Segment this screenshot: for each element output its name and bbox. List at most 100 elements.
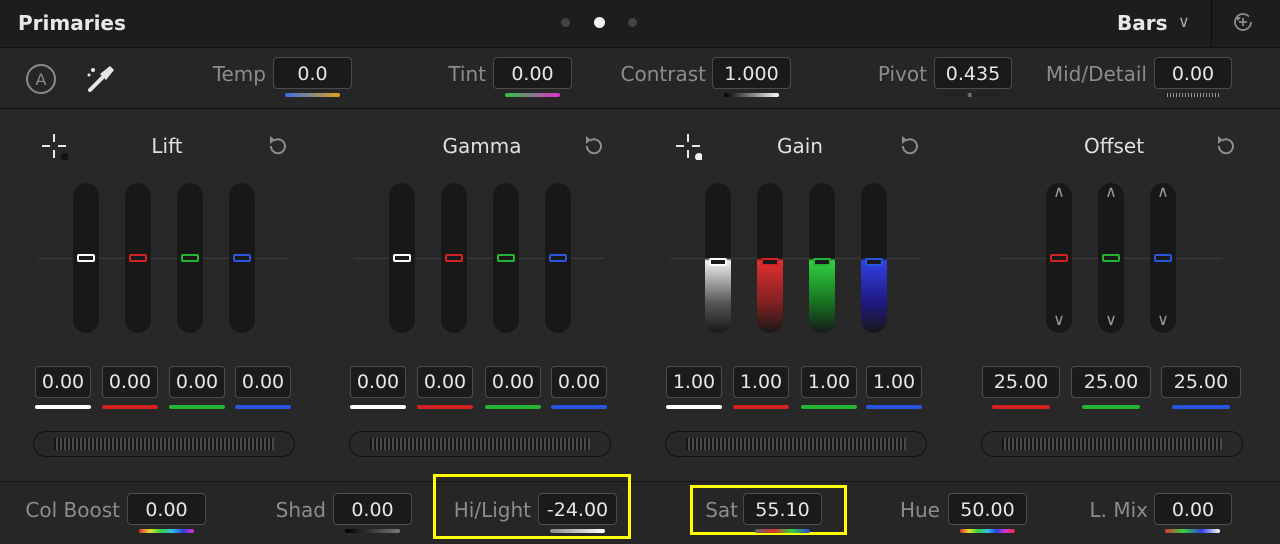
offset-master-wheel[interactable] <box>981 431 1243 457</box>
l-mix-field[interactable]: 0.00 <box>1154 493 1232 525</box>
offset-b-value[interactable]: 25.00 <box>1161 366 1241 398</box>
offset-r-strip <box>992 405 1050 409</box>
hi-light-field[interactable]: -24.00 <box>538 493 617 525</box>
hi-light-label: Hi/Light <box>453 498 531 522</box>
shad-label: Shad <box>275 498 326 522</box>
gamma-r-knob[interactable] <box>445 254 463 262</box>
hue-field[interactable]: 50.00 <box>948 493 1027 525</box>
chevron-down-icon[interactable]: ∨ <box>1178 12 1190 31</box>
gamma-y-knob[interactable] <box>393 254 411 262</box>
gain-r-knob[interactable] <box>761 258 779 266</box>
l-mix-strip <box>1165 529 1220 533</box>
offset-b-strip <box>1172 405 1230 409</box>
gain-r-value[interactable]: 1.00 <box>733 366 789 398</box>
adjustment-bar: A Temp 0.0 Tint 0.00 Contrast 1.000 Pivo… <box>0 48 1280 109</box>
temp-strip <box>285 93 340 97</box>
gamma-r-strip <box>417 405 473 409</box>
gain-y-strip <box>666 405 722 409</box>
offset-g-knob[interactable] <box>1102 254 1120 262</box>
temp-field[interactable]: 0.0 <box>273 57 352 89</box>
offset-title: Offset <box>1083 134 1145 158</box>
gamma-g-knob[interactable] <box>497 254 515 262</box>
shad-field[interactable]: 0.00 <box>333 493 412 525</box>
chevron-down-icon[interactable]: ∨ <box>1046 310 1072 329</box>
offset-r-value[interactable]: 25.00 <box>982 366 1060 398</box>
panel-title: Primaries <box>18 11 126 35</box>
page-dot-3[interactable] <box>628 18 637 27</box>
offset-g-value[interactable]: 25.00 <box>1071 366 1151 398</box>
hi-light-strip <box>550 529 605 533</box>
lift-b-strip <box>235 405 291 409</box>
gamma-b-knob[interactable] <box>549 254 567 262</box>
gamma-y-value[interactable]: 0.00 <box>350 366 406 398</box>
mid-detail-label: Mid/Detail <box>1045 62 1147 86</box>
gain-b-knob[interactable] <box>865 258 883 266</box>
mode-select[interactable]: Bars <box>1117 11 1168 35</box>
lift-y-knob[interactable] <box>77 254 95 262</box>
tint-field[interactable]: 0.00 <box>493 57 572 89</box>
svg-text:A: A <box>36 70 47 89</box>
lift-r-strip <box>102 405 158 409</box>
gain-b-value[interactable]: 1.00 <box>866 366 922 398</box>
gain-title: Gain <box>777 134 823 158</box>
picker-crosshair-icon[interactable] <box>40 132 68 160</box>
tint-strip <box>505 93 560 97</box>
temp-label: Temp <box>212 62 266 86</box>
gain-master-wheel[interactable] <box>665 431 927 457</box>
reset-icon[interactable] <box>582 134 606 158</box>
contrast-strip <box>724 93 779 97</box>
pivot-label: Pivot <box>877 62 927 86</box>
gain-g-value[interactable]: 1.00 <box>801 366 857 398</box>
shad-strip <box>345 529 400 533</box>
gamma-title: Gamma <box>442 134 522 158</box>
gamma-y-strip <box>350 405 406 409</box>
gamma-master-wheel[interactable] <box>349 431 611 457</box>
col-boost-field[interactable]: 0.00 <box>127 493 206 525</box>
contrast-field[interactable]: 1.000 <box>712 57 791 89</box>
chevron-down-icon[interactable]: ∨ <box>1150 310 1176 329</box>
bottom-adjustment-bar: Col Boost 0.00 Shad 0.00 Hi/Light -24.00… <box>0 474 1280 544</box>
offset-r-knob[interactable] <box>1050 254 1068 262</box>
offset-b-knob[interactable] <box>1154 254 1172 262</box>
reset-icon[interactable] <box>1214 134 1238 158</box>
gain-y-value[interactable]: 1.00 <box>666 366 722 398</box>
hue-label: Hue <box>899 498 940 522</box>
auto-balance-icon[interactable]: A <box>24 62 58 96</box>
reset-all-icon[interactable] <box>1232 11 1254 33</box>
gain-r-strip <box>733 405 789 409</box>
pivot-field[interactable]: 0.435 <box>934 57 1012 89</box>
page-dot-1[interactable] <box>561 18 570 27</box>
eyedropper-icon[interactable] <box>84 62 118 96</box>
page-dot-2[interactable] <box>594 17 605 28</box>
primaries-bars-panel: Lift 0.00 0.00 0.00 0.00 Gamma 0.00 0.00… <box>0 110 1280 480</box>
reset-icon[interactable] <box>898 134 922 158</box>
gamma-b-value[interactable]: 0.00 <box>551 366 607 398</box>
gain-g-knob[interactable] <box>813 258 831 266</box>
picker-crosshair-icon[interactable] <box>674 132 702 160</box>
lift-y-strip <box>35 405 91 409</box>
chevron-down-icon[interactable]: ∨ <box>1098 310 1124 329</box>
mid-detail-strip <box>1165 93 1220 97</box>
lift-r-knob[interactable] <box>129 254 147 262</box>
mid-detail-field[interactable]: 0.00 <box>1154 57 1232 89</box>
gain-b-strip <box>866 405 922 409</box>
lift-b-knob[interactable] <box>233 254 251 262</box>
lift-y-value[interactable]: 0.00 <box>35 366 91 398</box>
reset-icon[interactable] <box>266 134 290 158</box>
gain-y-knob[interactable] <box>709 258 727 266</box>
lift-g-value[interactable]: 0.00 <box>169 366 225 398</box>
lift-r-value[interactable]: 0.00 <box>102 366 158 398</box>
lift-b-value[interactable]: 0.00 <box>235 366 291 398</box>
sat-label: Sat <box>705 498 738 522</box>
chevron-up-icon[interactable]: ∧ <box>1098 182 1124 201</box>
gamma-g-value[interactable]: 0.00 <box>485 366 541 398</box>
tint-label: Tint <box>448 62 486 86</box>
hue-strip <box>960 529 1015 533</box>
gamma-r-value[interactable]: 0.00 <box>417 366 473 398</box>
lift-master-wheel[interactable] <box>33 431 295 457</box>
lift-g-knob[interactable] <box>181 254 199 262</box>
sat-field[interactable]: 55.10 <box>743 493 822 525</box>
panel-header: Primaries Bars ∨ <box>0 0 1280 48</box>
chevron-up-icon[interactable]: ∧ <box>1046 182 1072 201</box>
chevron-up-icon[interactable]: ∧ <box>1150 182 1176 201</box>
